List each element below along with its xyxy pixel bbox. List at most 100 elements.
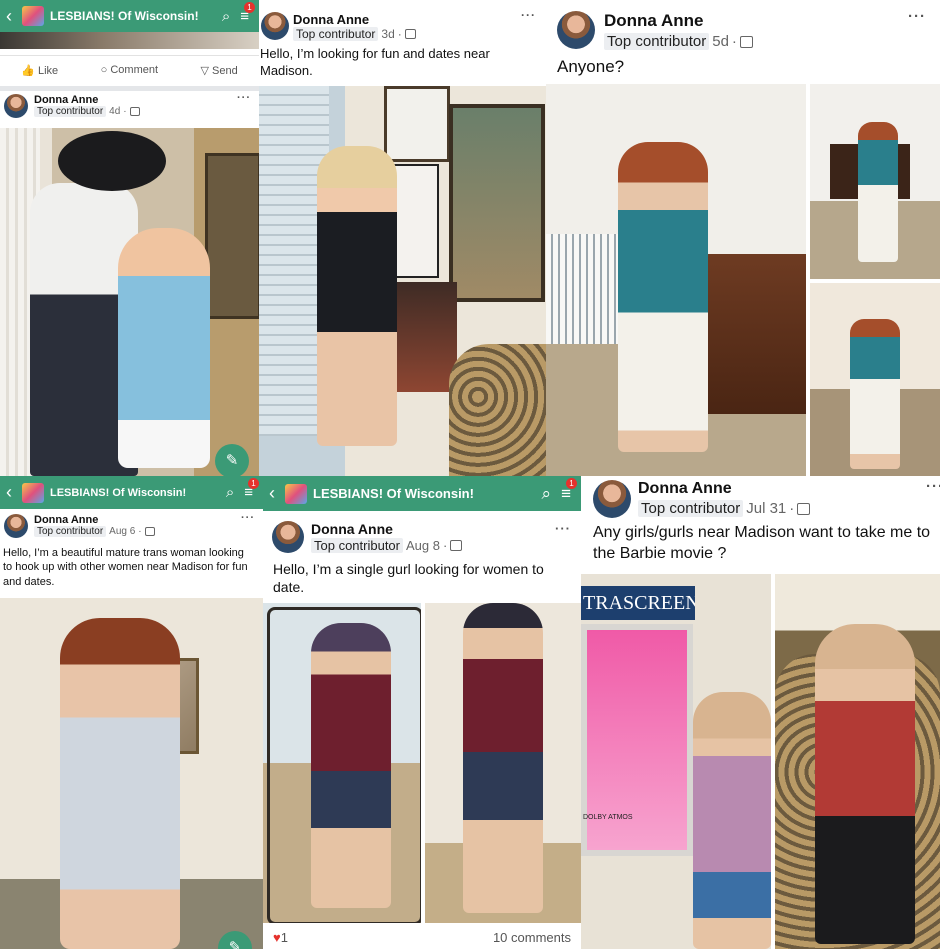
woman-figure — [850, 319, 900, 469]
more-options-icon[interactable]: ··· — [521, 8, 536, 22]
menu-icon[interactable]: ≡ 1 — [561, 477, 577, 504]
post-panel-f: Donna Anne Top contributorJul 31· ··· An… — [581, 476, 940, 949]
post-photo[interactable] — [425, 603, 581, 923]
avatar[interactable] — [557, 11, 595, 49]
post-header: Donna Anne Top contributor Aug 6 · — [4, 514, 155, 538]
comments-count[interactable]: 10 comments — [493, 930, 571, 945]
author-name[interactable]: Donna Anne — [34, 94, 140, 106]
like-button[interactable]: 👍 Like — [21, 64, 58, 77]
more-options-icon[interactable]: ··· — [908, 8, 926, 25]
send-label: Send — [212, 64, 238, 77]
menu-icon[interactable]: ≡ 1 — [244, 478, 259, 501]
avatar[interactable] — [4, 94, 28, 118]
post-date: 4d — [109, 106, 121, 117]
more-options-icon[interactable]: ··· — [237, 92, 251, 104]
post-text: Anyone? — [557, 57, 625, 76]
framed-picture — [384, 86, 450, 162]
post-header: Donna Anne Top contributor Aug 8 · — [272, 521, 463, 553]
search-icon[interactable]: ⌕ — [222, 8, 230, 25]
post-photo-small[interactable] — [810, 84, 940, 279]
top-contributor-badge: Top contributor — [638, 500, 744, 517]
post-photo[interactable] — [775, 574, 940, 949]
woman-figure — [858, 122, 898, 262]
comment-label: Comment — [110, 64, 159, 76]
search-icon[interactable]: ⌕ — [226, 484, 234, 501]
organ — [696, 254, 806, 414]
post-date: 3d — [381, 27, 395, 41]
group-icon — [739, 35, 753, 48]
group-icon — [144, 527, 155, 536]
heart-icon: ♥ — [273, 930, 281, 945]
chevron-left-icon[interactable]: ‹ — [269, 483, 275, 504]
barbie-poster — [581, 624, 693, 856]
post-photo[interactable] — [0, 598, 263, 949]
previous-post-photo[interactable] — [0, 32, 259, 49]
group-name[interactable]: LESBIANS! Of Wisconsin! — [50, 487, 226, 499]
search-icon[interactable]: ⌕ — [542, 484, 552, 504]
post-text: Any girls/gurls near Madison want to tak… — [593, 524, 931, 562]
author-name[interactable]: Donna Anne — [638, 480, 810, 498]
post-actions: 👍 Like ○ Comment ▽ Send — [0, 55, 259, 84]
group-name[interactable]: LESBIANS! Of Wisconsin! — [313, 486, 542, 501]
edit-icon: ✎ — [228, 939, 242, 949]
post-date: Jul 31 — [746, 500, 787, 517]
post-panel-c: Donna Anne Top contributor 5d · ··· Anyone… — [546, 0, 940, 476]
chevron-left-icon[interactable]: ‹ — [6, 6, 12, 27]
avatar[interactable] — [272, 521, 304, 553]
top-contributor-badge: Top contributor — [34, 106, 107, 117]
woman-figure — [815, 624, 915, 944]
post-photo-small[interactable] — [810, 283, 940, 476]
author-name[interactable]: Donna Anne — [604, 11, 753, 31]
woman-figure — [618, 142, 708, 452]
post-panel-a: ‹ LESBIANS! Of Wisconsin! ⌕ ≡ 1 👍 Like ○ … — [0, 0, 259, 476]
menu-icon[interactable]: ≡ 1 — [240, 1, 255, 25]
chevron-left-icon[interactable]: ‹ — [6, 482, 12, 503]
more-options-icon[interactable]: ··· — [555, 521, 571, 536]
group-logo — [22, 6, 44, 26]
comment-button[interactable]: ○ Comment — [101, 64, 158, 76]
avatar[interactable] — [4, 514, 28, 538]
avatar[interactable] — [261, 12, 289, 40]
notification-badge: 1 — [244, 1, 255, 13]
author-name[interactable]: Donna Anne — [34, 514, 155, 526]
author-name[interactable]: Donna Anne — [311, 521, 462, 537]
notification-badge: 1 — [248, 478, 259, 489]
post-divider — [0, 86, 259, 91]
top-contributor-badge: Top contributor — [604, 33, 710, 50]
post-photo[interactable] — [259, 86, 546, 476]
post-text: Hello, I’m a beautiful mature trans woma… — [3, 547, 248, 588]
post-photo[interactable] — [263, 603, 421, 923]
post-photo[interactable]: TRASCREEN DOLBY ATMOS — [581, 574, 771, 949]
group-logo — [285, 483, 307, 504]
reactions-count-button[interactable]: ♥1 — [273, 930, 288, 945]
group-header-bar: ‹ LESBIANS! Of Wisconsin! ⌕ ≡ 1 — [0, 0, 259, 32]
post-header: Donna Anne Top contributor 5d · — [557, 11, 753, 50]
woman-figure — [693, 692, 771, 949]
post-photo-large[interactable] — [546, 84, 806, 476]
top-contributor-badge: Top contributor — [293, 27, 379, 41]
woman-figure — [311, 623, 391, 908]
compose-button[interactable]: ✎ — [215, 444, 249, 476]
poster-footer: DOLBY ATMOS — [583, 814, 633, 821]
armchair — [449, 344, 546, 476]
send-button[interactable]: ▽ Send — [201, 64, 238, 77]
group-icon — [450, 540, 463, 551]
post-header: Donna Anne Top contributor 3d · — [261, 12, 416, 41]
avatar[interactable] — [593, 480, 631, 518]
group-name[interactable]: LESBIANS! Of Wisconsin! — [50, 9, 222, 23]
author-name[interactable]: Donna Anne — [293, 12, 416, 27]
more-options-icon[interactable]: ··· — [926, 478, 940, 495]
post-panel-e: ‹ LESBIANS! Of Wisconsin! ⌕ ≡ 1 Donna Ann… — [263, 476, 581, 949]
child-figure — [118, 228, 210, 468]
post-panel-d: ‹ LESBIANS! Of Wisconsin! ⌕ ≡ 1 Donna Ann… — [0, 476, 263, 949]
more-options-icon[interactable]: ··· — [241, 512, 255, 524]
post-panel-b: Donna Anne Top contributor 3d · ··· Hello,… — [259, 0, 546, 476]
reactions-row: ♥1 10 comments — [263, 926, 581, 949]
post-text: Hello, I’m a single gurl looking for wom… — [273, 561, 544, 596]
post-photo[interactable] — [0, 128, 259, 476]
like-label: Like — [38, 64, 59, 77]
wall-art — [205, 153, 259, 319]
group-header-bar: ‹ LESBIANS! Of Wisconsin! ⌕ ≡ 1 — [0, 476, 263, 509]
group-header-bar: ‹ LESBIANS! Of Wisconsin! ⌕ ≡ 1 — [263, 476, 581, 511]
group-logo — [22, 482, 44, 503]
